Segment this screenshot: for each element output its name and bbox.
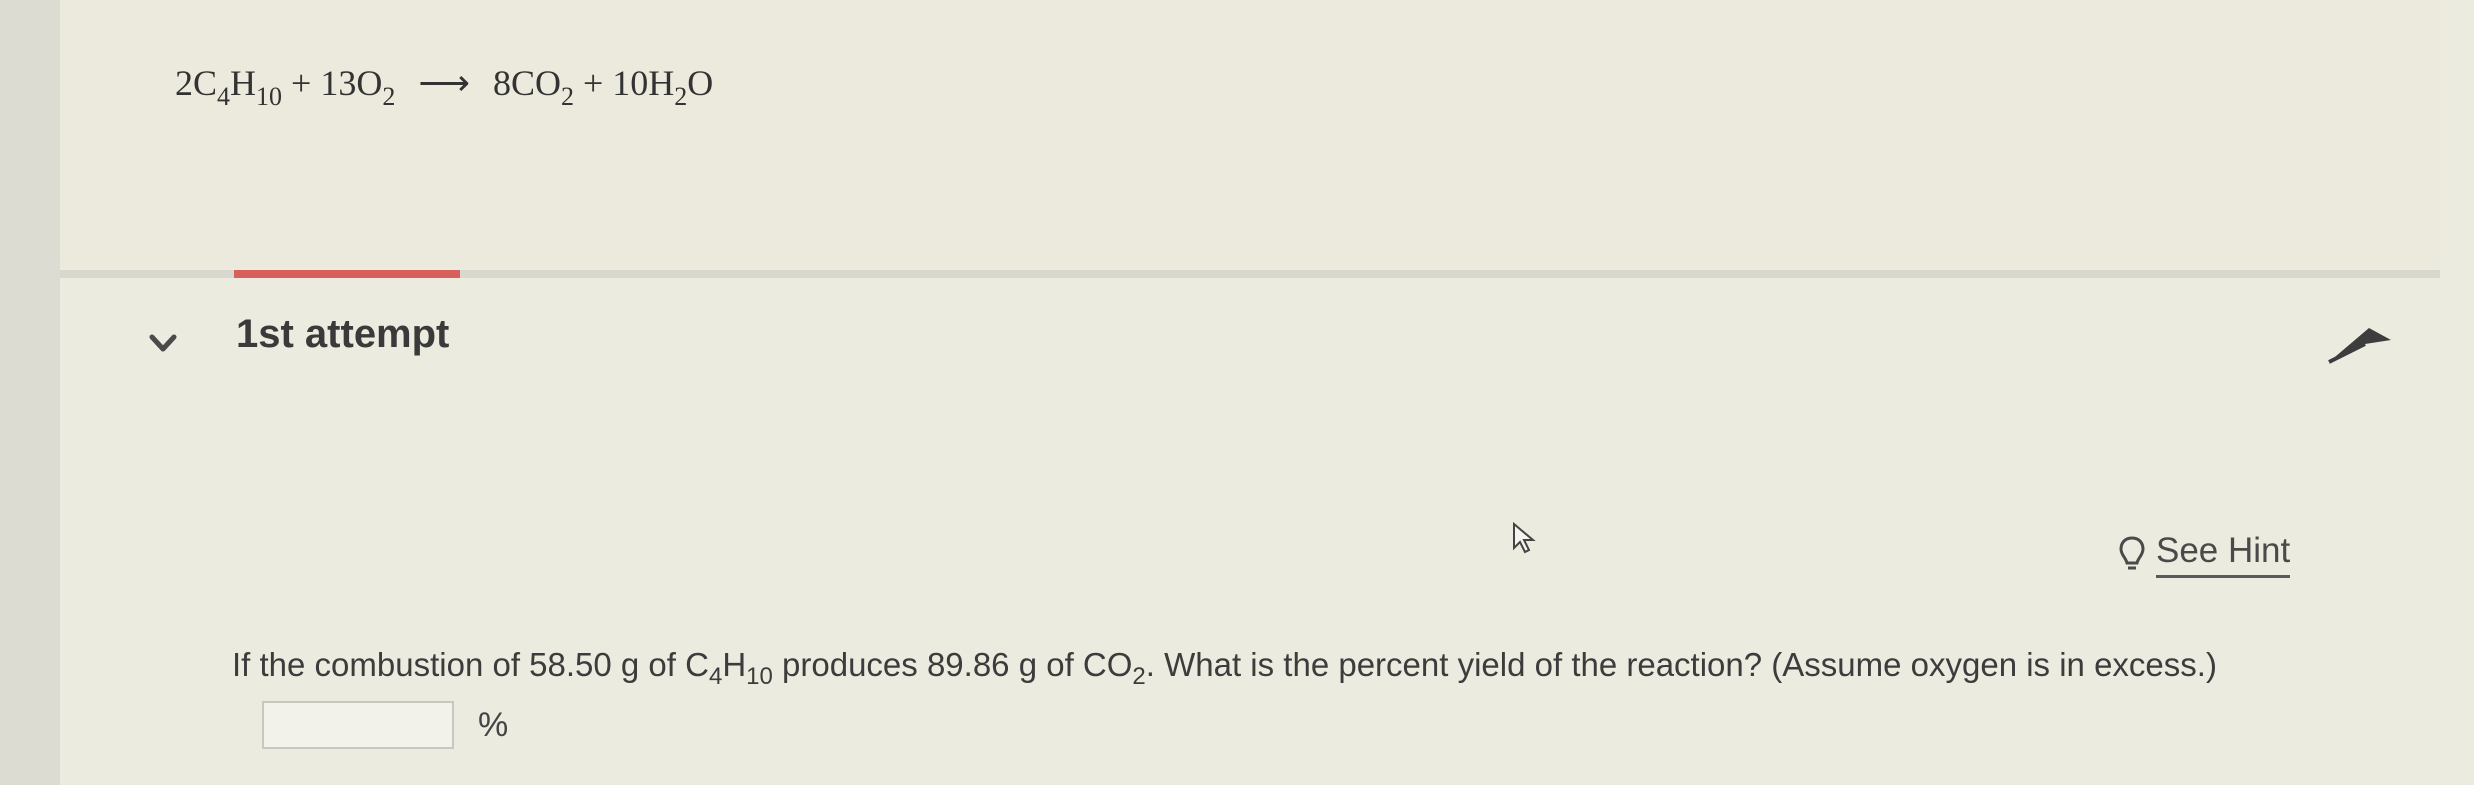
- subscript: 2: [674, 82, 688, 111]
- question-part: H: [722, 646, 747, 683]
- question-part: produces 89.86 g of CO: [772, 646, 1133, 683]
- attempt-title: 1st attempt: [236, 312, 450, 356]
- chevron-down-icon[interactable]: [148, 328, 178, 358]
- subscript: 2: [1132, 663, 1146, 690]
- subscript: 2: [382, 82, 396, 111]
- see-hint-button[interactable]: See Hint: [2118, 530, 2291, 578]
- subscript: 4: [708, 663, 723, 690]
- see-hint-label[interactable]: See Hint: [2156, 531, 2291, 578]
- product-2-o: O: [687, 63, 714, 103]
- subscript: 4: [217, 82, 231, 111]
- question-part: . What is the percent yield of the react…: [1145, 646, 2217, 683]
- subscript: 10: [746, 663, 773, 690]
- lightbulb-icon: [2119, 536, 2145, 570]
- reactant-2: + 13O: [291, 63, 383, 103]
- product-2: + 10H: [582, 63, 675, 103]
- subscript: 10: [256, 82, 283, 111]
- answer-row: %: [262, 698, 508, 752]
- subscript: 2: [560, 82, 574, 111]
- product-1: 8CO: [492, 63, 561, 103]
- question-text: If the combustion of 58.50 g of C4H10 pr…: [232, 646, 2217, 691]
- chemical-equation: 2C4H10 + 13O2 ⟶ 8CO2 + 10H2O: [175, 62, 713, 112]
- left-gutter: [0, 0, 60, 785]
- percent-yield-input[interactable]: [262, 701, 454, 749]
- equation-panel: [60, 0, 2440, 268]
- reaction-arrow-icon: ⟶: [418, 63, 470, 103]
- attempt-progress-indicator: [234, 270, 460, 278]
- reactant-1-coef: 2C: [175, 63, 218, 103]
- page: 2C4H10 + 13O2 ⟶ 8CO2 + 10H2O 1st attempt…: [0, 0, 2474, 785]
- pin-icon[interactable]: [2325, 318, 2395, 372]
- reactant-1-h: H: [230, 63, 257, 103]
- question-part: If the combustion of 58.50 g of C: [232, 646, 709, 683]
- percent-unit: %: [478, 705, 509, 744]
- mouse-cursor-icon: [1513, 522, 1536, 554]
